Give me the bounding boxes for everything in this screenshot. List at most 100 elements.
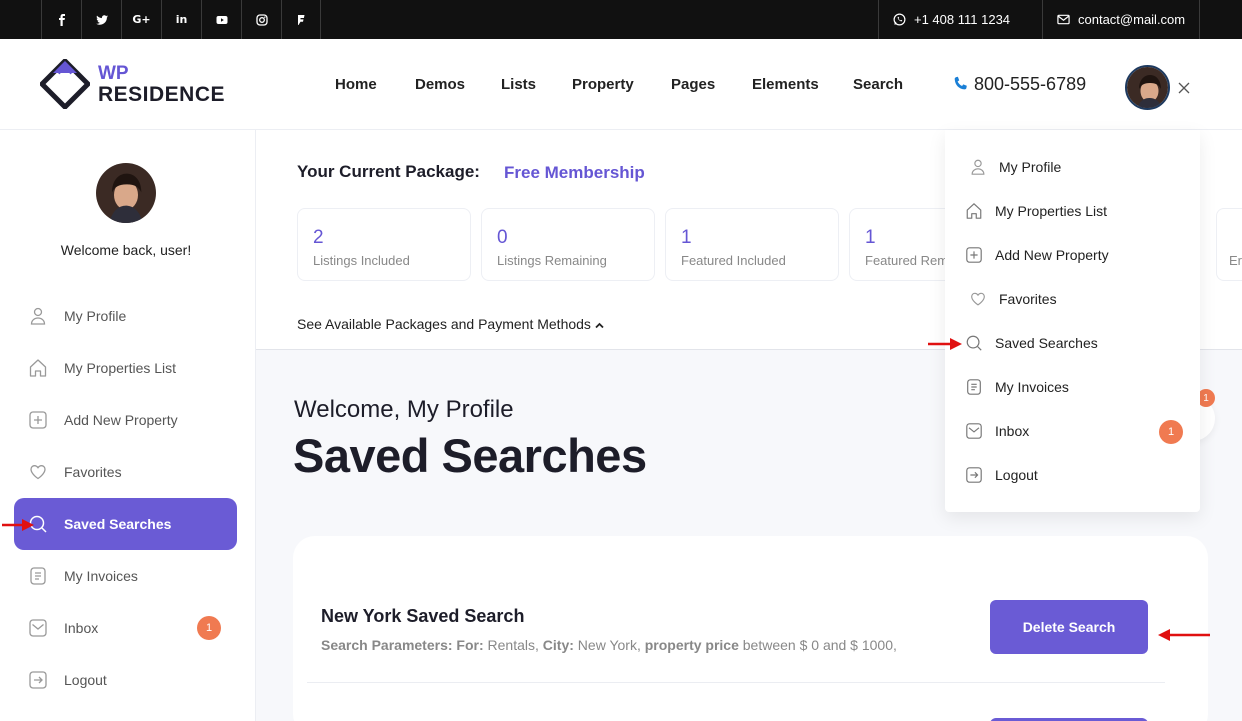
dropdown-item-label: Add New Property bbox=[995, 247, 1109, 263]
package-name[interactable]: Free Membership bbox=[504, 163, 645, 183]
dropdown-item-my-profile[interactable]: My Profile bbox=[969, 158, 1061, 176]
sidebar-item-saved-searches[interactable]: Saved Searches bbox=[14, 498, 237, 550]
sidebar-welcome: Welcome back, user! bbox=[60, 242, 192, 258]
topbar-email-text: contact@mail.com bbox=[1078, 12, 1186, 27]
google-plus-icon[interactable]: G+ bbox=[121, 0, 161, 39]
nav-search[interactable]: Search bbox=[853, 76, 903, 93]
stat-card: 0 Listings Remaining bbox=[481, 208, 655, 281]
see-packages-link[interactable]: See Available Packages and Payment Metho… bbox=[297, 316, 604, 332]
dropdown-item-label: My Invoices bbox=[995, 379, 1069, 395]
dropdown-item-label: Favorites bbox=[999, 291, 1057, 307]
topbar-phone[interactable]: +1 408 111 1234 bbox=[878, 0, 1042, 39]
param-for-value: Rentals, bbox=[487, 637, 539, 653]
phone-icon bbox=[954, 76, 967, 90]
stat-value: 0 bbox=[497, 227, 508, 248]
stat-card: Er bbox=[1216, 208, 1242, 281]
youtube-icon[interactable] bbox=[201, 0, 241, 39]
nav-elements[interactable]: Elements bbox=[752, 76, 819, 93]
nav-demos[interactable]: Demos bbox=[415, 76, 465, 93]
foursquare-icon[interactable] bbox=[281, 0, 321, 39]
topbar-email[interactable]: contact@mail.com bbox=[1042, 0, 1200, 39]
user-avatar[interactable] bbox=[1125, 65, 1170, 110]
home-icon bbox=[29, 359, 47, 377]
invoice-icon bbox=[967, 379, 981, 395]
google-plus-label: G+ bbox=[132, 13, 151, 26]
dropdown-item-saved-searches[interactable]: Saved Searches bbox=[965, 334, 1098, 352]
topbar-phone-text: +1 408 111 1234 bbox=[914, 12, 1011, 27]
logo-mark-icon bbox=[40, 59, 90, 109]
dropdown-item-favorites[interactable]: Favorites bbox=[969, 290, 1057, 308]
dropdown-item-invoices[interactable]: My Invoices bbox=[965, 378, 1069, 396]
saved-search-card: New York Saved Search Search Parameters:… bbox=[293, 536, 1208, 721]
param-city-label: City: bbox=[542, 637, 574, 653]
header-phone-text: 800-555-6789 bbox=[974, 74, 1087, 94]
sidebar-avatar bbox=[96, 163, 156, 223]
dashboard-sidebar: Welcome back, user! My Profile My Proper… bbox=[0, 130, 256, 721]
stat-card: 1 Featured Included bbox=[665, 208, 839, 281]
nav-pages[interactable]: Pages bbox=[671, 76, 715, 93]
sidebar-item-invoices[interactable]: My Invoices bbox=[14, 550, 237, 602]
user-icon bbox=[971, 159, 985, 175]
stat-label: Listings Included bbox=[313, 253, 410, 268]
logo-wp-text: WP bbox=[98, 63, 129, 84]
instagram-icon[interactable] bbox=[241, 0, 281, 39]
sidebar-item-label: My Invoices bbox=[64, 568, 138, 584]
sidebar-item-inbox[interactable]: Inbox 1 bbox=[14, 602, 237, 654]
sidebar-item-properties[interactable]: My Properties List bbox=[14, 342, 237, 394]
param-for-label: For: bbox=[456, 637, 484, 653]
page-title: Saved Searches bbox=[293, 429, 647, 482]
sidebar-item-label: Logout bbox=[64, 672, 107, 688]
top-bar: G+ in +1 408 111 1234 contact@mail.com bbox=[0, 0, 1242, 39]
stat-card: 2 Listings Included bbox=[297, 208, 471, 281]
dropdown-item-label: My Properties List bbox=[995, 203, 1108, 219]
nav-lists[interactable]: Lists bbox=[501, 76, 536, 93]
linkedin-label: in bbox=[175, 13, 188, 26]
stat-label: Featured Included bbox=[681, 253, 786, 268]
envelope-icon bbox=[1057, 14, 1070, 25]
search-icon bbox=[966, 335, 982, 351]
stat-label: Er bbox=[1229, 253, 1242, 268]
nav-property[interactable]: Property bbox=[572, 76, 634, 93]
dropdown-item-logout[interactable]: Logout bbox=[965, 466, 1038, 484]
dropdown-inbox-badge: 1 bbox=[1159, 420, 1183, 444]
user-icon bbox=[30, 307, 46, 325]
stat-value: 1 bbox=[681, 227, 692, 248]
home-icon bbox=[966, 203, 982, 219]
params-label: Search Parameters: bbox=[321, 637, 453, 653]
delete-search-button[interactable]: Delete Search bbox=[990, 600, 1148, 654]
saved-search-title: New York Saved Search bbox=[321, 606, 525, 626]
dropdown-item-inbox[interactable]: Inbox bbox=[965, 422, 1029, 440]
sidebar-item-my-profile[interactable]: My Profile bbox=[14, 290, 237, 342]
sidebar-item-label: My Properties List bbox=[64, 360, 177, 376]
inbox-badge: 1 bbox=[197, 616, 221, 640]
facebook-icon[interactable] bbox=[41, 0, 81, 39]
annotation-arrow-icon bbox=[1158, 629, 1210, 641]
site-logo[interactable]: WP RESIDENCE bbox=[40, 59, 225, 109]
sidebar-item-logout[interactable]: Logout bbox=[14, 654, 237, 706]
site-header: WP RESIDENCE Home Demos Lists Property P… bbox=[0, 39, 1242, 130]
sidebar-item-add-property[interactable]: Add New Property bbox=[14, 394, 237, 446]
sidebar-item-label: Saved Searches bbox=[64, 516, 172, 532]
stat-label: Listings Remaining bbox=[497, 253, 607, 268]
logout-icon bbox=[966, 467, 982, 483]
sidebar-item-label: Add New Property bbox=[64, 412, 178, 428]
dropdown-item-label: My Profile bbox=[999, 159, 1062, 175]
dropdown-item-properties[interactable]: My Properties List bbox=[965, 202, 1107, 220]
divider bbox=[307, 682, 1165, 683]
dropdown-item-label: Saved Searches bbox=[995, 335, 1098, 351]
stat-value bbox=[1232, 227, 1242, 249]
dropdown-item-label: Logout bbox=[995, 467, 1038, 483]
linkedin-icon[interactable]: in bbox=[161, 0, 201, 39]
logo-residence-text: RESIDENCE bbox=[98, 83, 226, 106]
nav-home[interactable]: Home bbox=[335, 76, 377, 93]
sidebar-item-favorites[interactable]: Favorites bbox=[14, 446, 237, 498]
dropdown-item-add-property[interactable]: Add New Property bbox=[965, 246, 1109, 264]
header-phone[interactable]: 800-555-6789 bbox=[952, 74, 1086, 95]
saved-search-params: Search Parameters: For: Rentals, City: N… bbox=[321, 637, 897, 653]
close-icon[interactable] bbox=[1177, 81, 1191, 95]
param-city-value: New York, bbox=[577, 637, 641, 653]
mail-icon bbox=[966, 423, 982, 439]
param-price-label: property price bbox=[644, 637, 739, 653]
user-dropdown-menu: My Profile My Properties List Add New Pr… bbox=[945, 130, 1200, 512]
twitter-icon[interactable] bbox=[81, 0, 121, 39]
